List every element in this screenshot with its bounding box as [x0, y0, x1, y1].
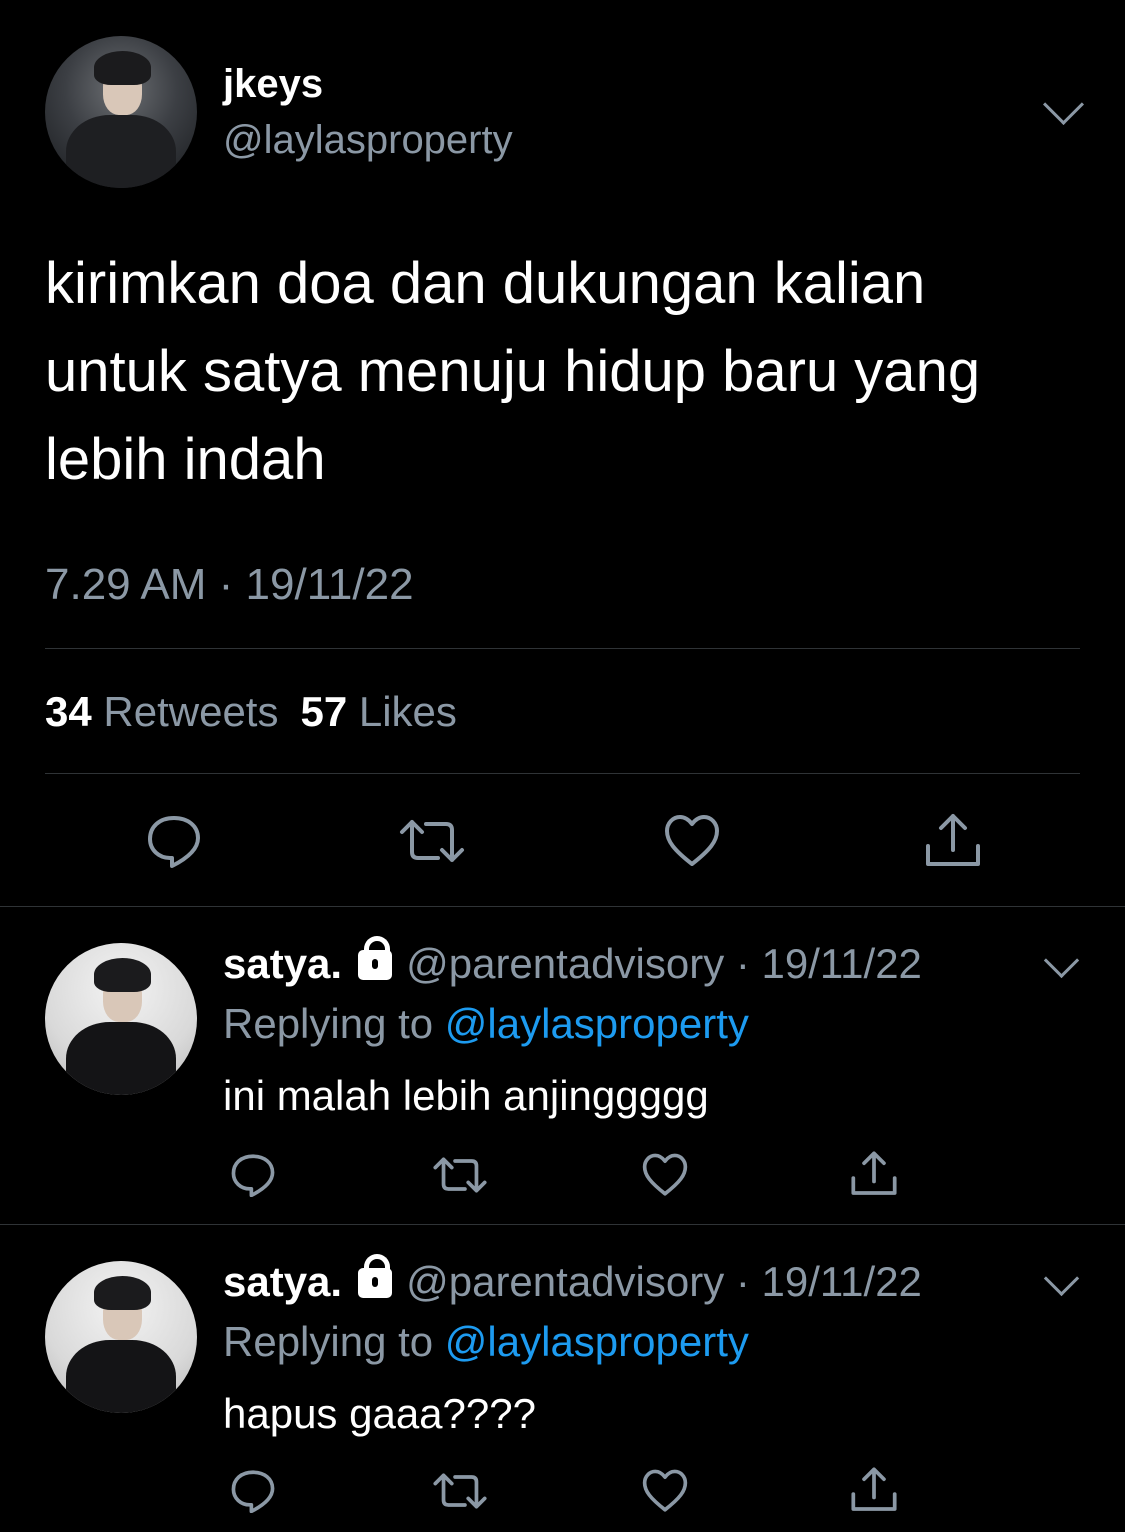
retweets-label: Retweets	[103, 688, 279, 735]
mention-link[interactable]: @laylasproperty	[445, 1318, 749, 1365]
likes-count: 57	[300, 688, 348, 735]
tweet-detail-page: jkeys @laylasproperty kirimkan doa dan d…	[0, 0, 1125, 1532]
retweet-icon[interactable]	[432, 1156, 488, 1194]
chevron-down-icon[interactable]	[1043, 942, 1080, 979]
mention-link[interactable]: @laylasproperty	[445, 1000, 749, 1047]
replying-to: Replying to @laylasproperty	[223, 1000, 749, 1048]
reply-tweet[interactable]: satya. @parentadvisory · 19/11/22 Replyin…	[0, 906, 1125, 1224]
share-icon[interactable]	[850, 1150, 898, 1198]
display-name[interactable]: satya.	[223, 940, 342, 987]
share-icon[interactable]	[924, 812, 982, 870]
tweet-text-line: untuk satya menuju hidup baru yang	[45, 339, 981, 404]
likes-label: Likes	[358, 688, 457, 735]
main-tweet: jkeys @laylasproperty kirimkan doa dan d…	[0, 0, 1125, 906]
retweet-icon[interactable]	[398, 818, 466, 864]
retweets-count: 34	[45, 688, 92, 735]
handle-and-date[interactable]: @parentadvisory · 19/11/22	[406, 1258, 922, 1305]
reply-icon[interactable]	[230, 1469, 276, 1513]
display-name[interactable]: satya.	[223, 1258, 342, 1305]
avatar[interactable]	[45, 36, 197, 188]
tweet-actions	[0, 806, 1125, 876]
share-icon[interactable]	[850, 1466, 898, 1514]
replying-to: Replying to @laylasproperty	[223, 1318, 749, 1366]
reply-icon[interactable]	[146, 814, 202, 868]
reply-header: satya. @parentadvisory · 19/11/22	[223, 1254, 922, 1306]
avatar[interactable]	[45, 1261, 197, 1413]
handle-and-date[interactable]: @parentadvisory · 19/11/22	[406, 940, 922, 987]
lock-icon	[358, 1254, 393, 1298]
replying-prefix: Replying to	[223, 1318, 434, 1365]
heart-icon[interactable]	[642, 1469, 688, 1513]
tweet-text-line: lebih indah	[45, 427, 326, 492]
reply-header: satya. @parentadvisory · 19/11/22	[223, 936, 922, 988]
avatar[interactable]	[45, 943, 197, 1095]
user-handle[interactable]: @laylasproperty	[223, 118, 513, 163]
retweet-icon[interactable]	[432, 1472, 488, 1510]
heart-icon[interactable]	[664, 814, 720, 868]
tweet-stats: 34 Retweets 57 Likes	[45, 688, 457, 736]
tweet-timestamp[interactable]: 7.29 AM · 19/11/22	[45, 560, 414, 610]
lock-icon	[358, 936, 393, 980]
reply-text: ini malah lebih anjinggggg	[223, 1072, 709, 1119]
retweets-stat[interactable]: 34 Retweets	[45, 688, 278, 735]
chevron-down-icon[interactable]	[1042, 83, 1085, 126]
replying-prefix: Replying to	[223, 1000, 434, 1047]
tweet-text-line: kirimkan doa dan dukungan kalian	[45, 251, 926, 316]
display-name[interactable]: jkeys	[223, 62, 323, 107]
reply-tweet[interactable]: satya. @parentadvisory · 19/11/22 Replyin…	[0, 1224, 1125, 1532]
reply-icon[interactable]	[230, 1153, 276, 1197]
divider	[45, 648, 1080, 649]
heart-icon[interactable]	[642, 1153, 688, 1197]
chevron-down-icon[interactable]	[1043, 1260, 1080, 1297]
likes-stat[interactable]: 57 Likes	[300, 688, 456, 735]
reply-text: hapus gaaa????	[223, 1390, 536, 1437]
divider	[45, 773, 1080, 774]
tweet-text: kirimkan doa dan dukungan kalian untuk s…	[45, 240, 1085, 504]
